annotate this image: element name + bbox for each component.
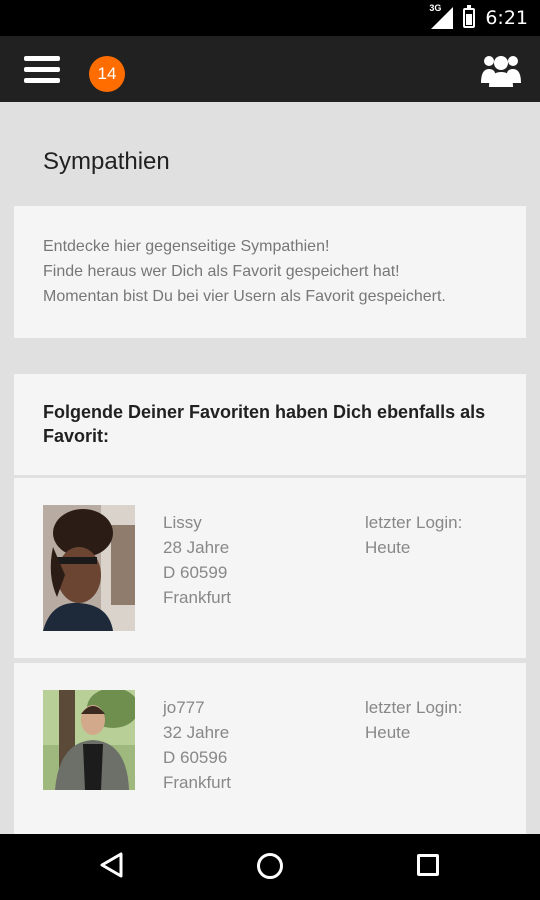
- back-icon[interactable]: [98, 851, 124, 879]
- battery-icon: [463, 5, 476, 28]
- main-content[interactable]: Sympathien Entdecke hier gegenseitige Sy…: [0, 102, 540, 834]
- favorites-heading-card: Folgende Deiner Favoriten haben Dich ebe…: [14, 374, 526, 475]
- last-login-label: letzter Login:: [365, 698, 463, 717]
- favorite-user-row[interactable]: jo777 32 Jahre D 60596 Frankfurt letzter…: [14, 663, 526, 834]
- status-time: 6:21: [485, 7, 528, 29]
- last-login-info: letzter Login: Heute: [365, 695, 462, 745]
- user-city: Frankfurt: [163, 588, 232, 607]
- user-avatar[interactable]: [43, 688, 139, 795]
- network-type-label: 3G: [429, 3, 442, 13]
- last-login-value: Heute: [365, 538, 411, 557]
- user-info: Lissy 28 Jahre D 60599 Frankfurt: [163, 510, 231, 610]
- last-login-value: Heute: [365, 723, 411, 742]
- favorite-user-row[interactable]: Lissy 28 Jahre D 60599 Frankfurt letzter…: [14, 478, 526, 658]
- status-bar: 3G 6:21: [0, 0, 540, 36]
- intro-line: Momentan bist Du bei vier Usern als Favo…: [43, 288, 446, 305]
- status-bar-right: 3G 6:21: [429, 0, 528, 36]
- user-info: jo777 32 Jahre D 60596 Frankfurt: [163, 695, 231, 795]
- user-zip: D 60599: [163, 563, 228, 582]
- user-zip: D 60596: [163, 748, 228, 767]
- last-login-info: letzter Login: Heute: [365, 510, 462, 560]
- user-age: 32 Jahre: [163, 723, 230, 742]
- notification-count-badge[interactable]: 14: [89, 56, 125, 92]
- intro-line: Finde heraus wer Dich als Favorit gespei…: [43, 263, 400, 280]
- user-name[interactable]: Lissy: [163, 510, 231, 535]
- intro-card: Entdecke hier gegenseitige Sympathien! F…: [14, 206, 526, 338]
- favorites-heading: Folgende Deiner Favoriten haben Dich ebe…: [43, 402, 486, 446]
- user-name[interactable]: jo777: [163, 695, 231, 720]
- user-avatar[interactable]: [43, 505, 135, 636]
- system-navigation-bar: [0, 834, 540, 900]
- last-login-label: letzter Login:: [365, 513, 463, 532]
- intro-line: Entdecke hier gegenseitige Sympathien!: [43, 238, 330, 255]
- recent-apps-icon[interactable]: [417, 854, 439, 876]
- cell-signal-icon: 3G: [429, 3, 454, 29]
- users-group-icon[interactable]: [480, 51, 522, 91]
- hamburger-menu-icon[interactable]: [24, 56, 60, 84]
- user-city: Frankfurt: [163, 773, 232, 792]
- page-title: Sympathien: [43, 148, 170, 175]
- home-icon[interactable]: [257, 853, 283, 879]
- user-age: 28 Jahre: [163, 538, 230, 557]
- app-bar: 14: [0, 36, 540, 102]
